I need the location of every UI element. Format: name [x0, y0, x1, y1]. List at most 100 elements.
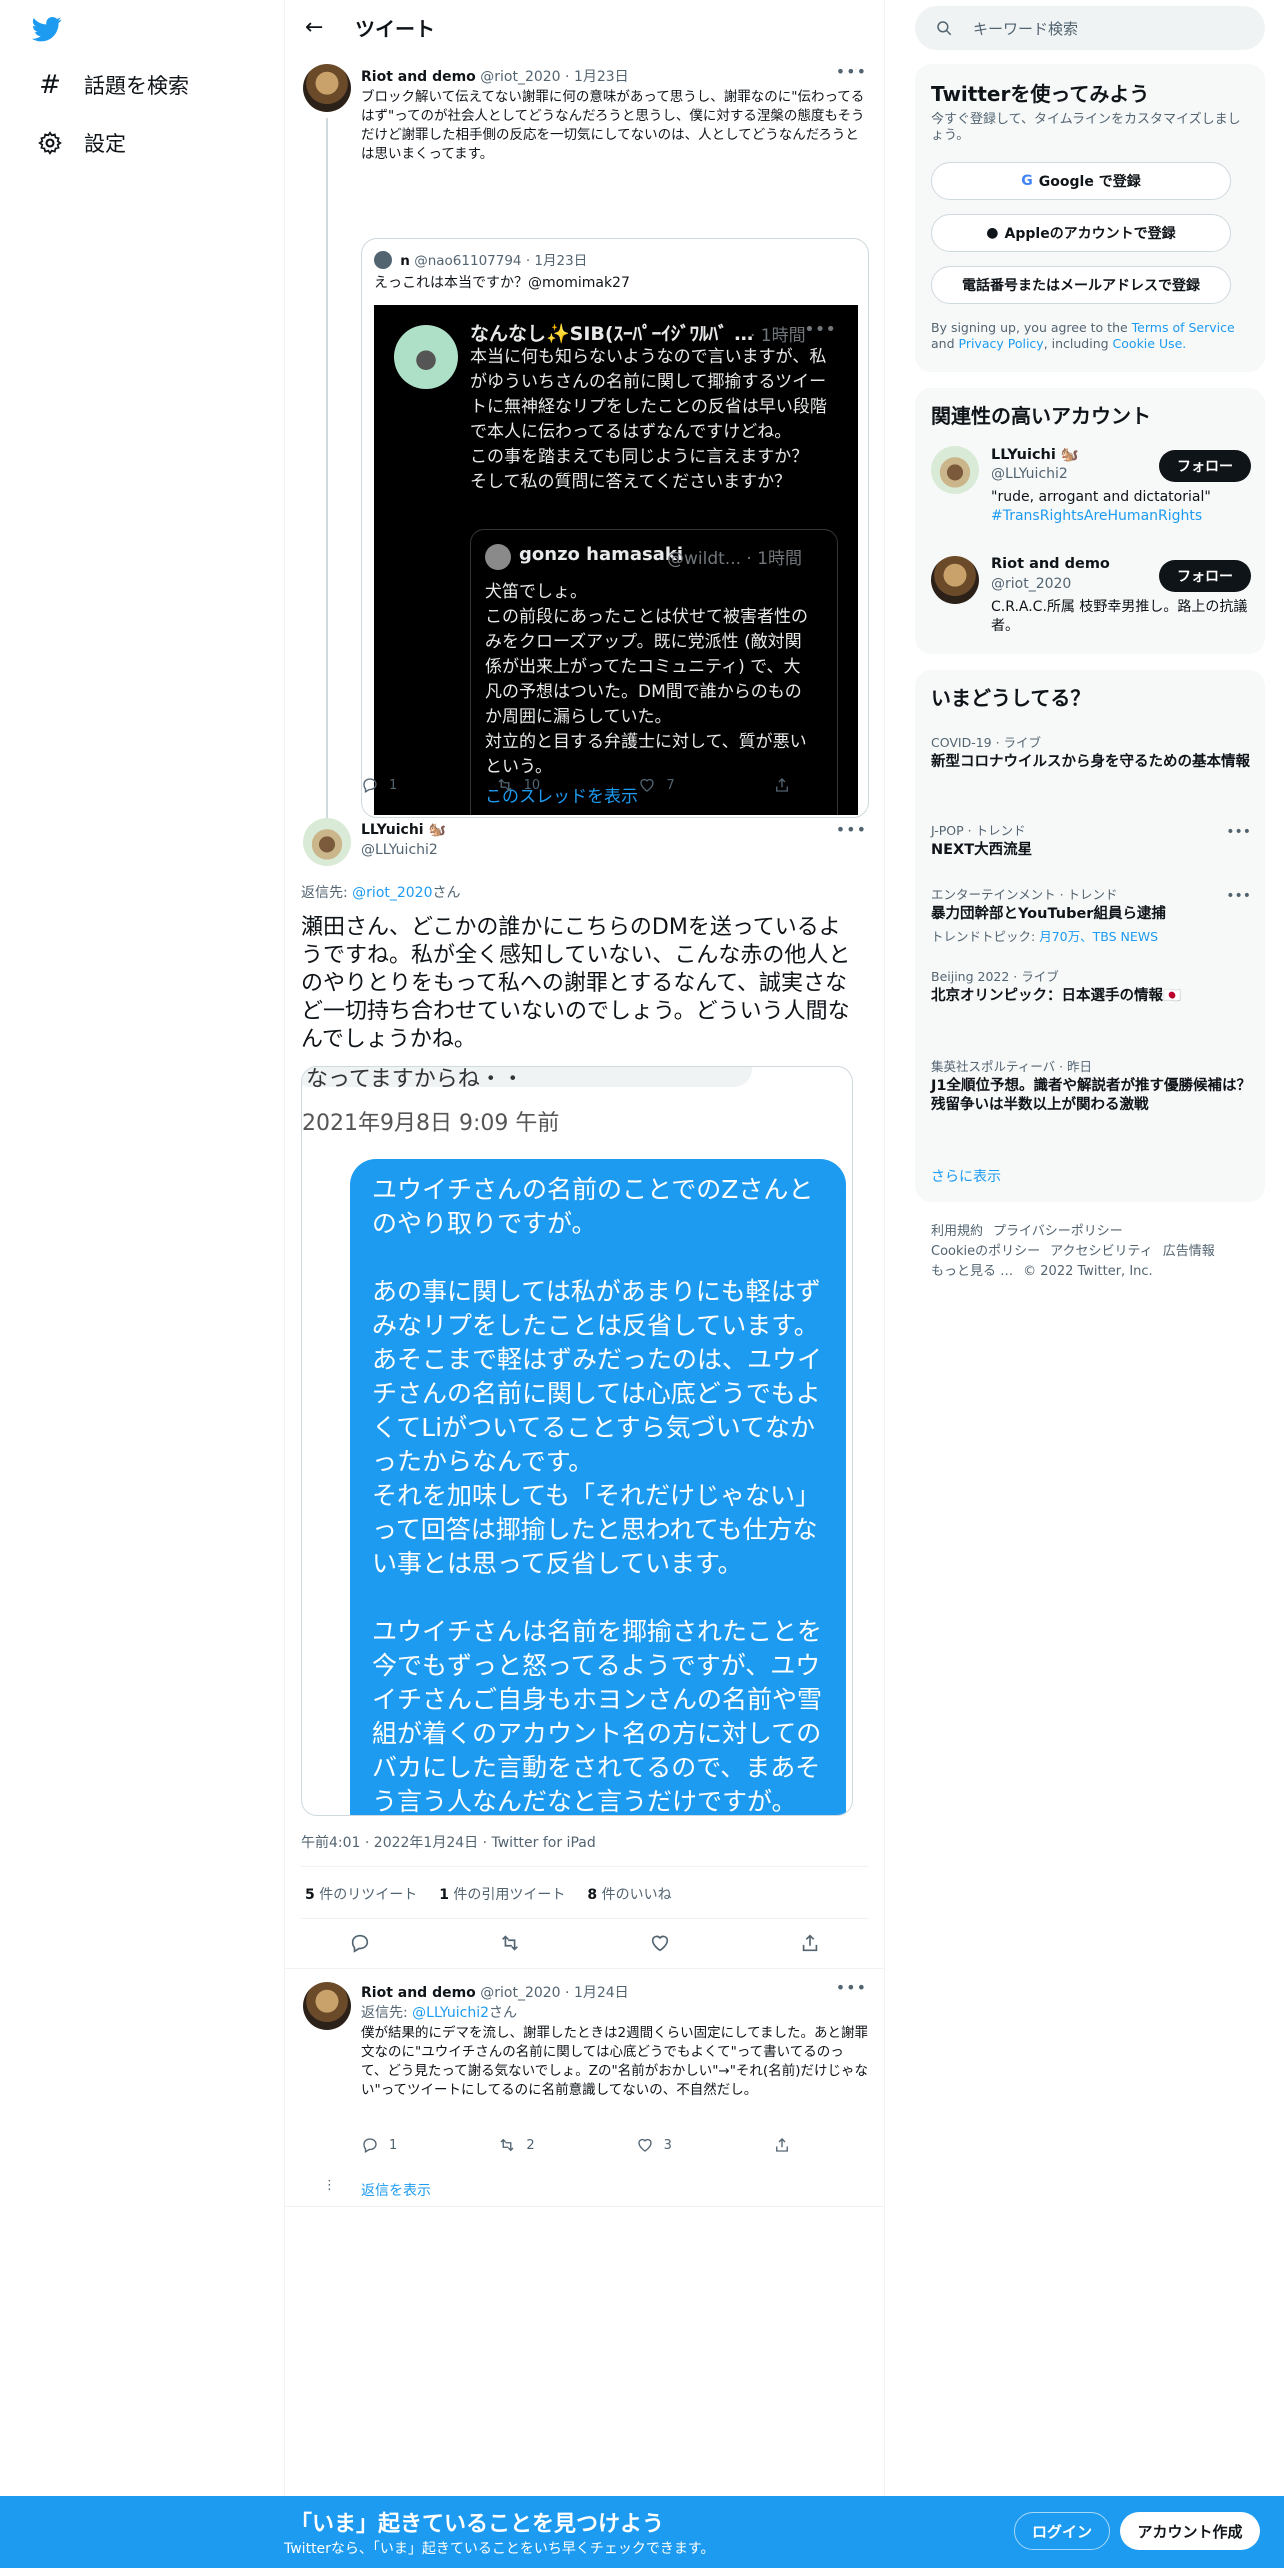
apple-signup-button[interactable]: ● Appleのアカウントで登録: [931, 214, 1231, 252]
google-icon: G: [1021, 173, 1033, 189]
author-handle[interactable]: @LLYuichi2: [361, 842, 438, 858]
nav-settings-label: 設定: [84, 132, 126, 156]
trend-item[interactable]: COVID-19 · ライブ 新型コロナウイルスから身を守るための基本情報: [931, 732, 1251, 772]
show-replies-link[interactable]: 返信を表示: [361, 2180, 431, 2200]
quote-text: えっこれは本当ですか？@momimak27: [374, 275, 630, 291]
avatar[interactable]: [931, 446, 979, 494]
reply-to: 返信先: @riot_2020さん: [301, 882, 461, 902]
search-input[interactable]: キーワード検索: [973, 18, 1078, 39]
trends-card: いまどうしてる？ COVID-19 · ライブ 新型コロナウイルスから身を守るた…: [915, 670, 1265, 1202]
footer-link[interactable]: 広告情報: [1163, 1244, 1215, 1259]
avatar[interactable]: [303, 64, 351, 112]
footer-links: 利用規約 プライバシーポリシー Cookieのポリシー アクセシビリティ 広告情報 も…: [931, 1222, 1261, 1282]
quoted-tweet[interactable]: n @nao61107794 · 1月23日 えっこれは本当ですか？@momim…: [361, 238, 869, 818]
retweet-button[interactable]: 10: [496, 776, 540, 794]
login-button[interactable]: ログイン: [1014, 2512, 1110, 2550]
nav-settings[interactable]: 設定: [36, 128, 126, 158]
bottom-signup-bar: 「いま」起きていることを見つけよう Twitterなら、「いま」起きていることを…: [0, 2496, 1284, 2568]
footer-link[interactable]: 利用規約: [931, 1224, 983, 1239]
back-arrow-icon[interactable]: ←: [305, 15, 329, 40]
share-button[interactable]: [773, 2136, 801, 2154]
tweet-text: 瀬田さん、どこかの誰かにこちらのDMを送っているようですね。私が全く感知していな…: [301, 915, 851, 1052]
tweet-date[interactable]: 1月23日: [574, 69, 629, 85]
follow-button[interactable]: フォロー: [1159, 560, 1251, 592]
search-icon: [937, 21, 952, 36]
tweet-actions: [285, 1932, 885, 1954]
trend-item[interactable]: J-POP · トレンド NEXT大西流星 •••: [931, 820, 1251, 860]
phone-email-signup-button[interactable]: 電話番号またはメールアドレスで登録: [931, 266, 1231, 304]
google-signup-button[interactable]: G Google で登録: [931, 162, 1231, 200]
tweet-meta[interactable]: 午前4:01 · 2022年1月24日 · Twitter for iPad: [301, 1832, 596, 1852]
more-icon[interactable]: •••: [836, 820, 867, 839]
trend-item[interactable]: Beijing 2022 · ライブ 北京オリンピック：日本選手の情報🇯🇵: [931, 966, 1251, 1006]
more-icon[interactable]: •••: [1226, 824, 1251, 840]
avatar[interactable]: [303, 1982, 351, 2030]
hashtag-link[interactable]: #TransRightsAreHumanRights: [991, 507, 1261, 526]
more-icon[interactable]: •••: [1226, 888, 1251, 904]
author-handle[interactable]: @riot_2020: [480, 1985, 560, 2001]
author-name[interactable]: Riot and demo: [361, 69, 476, 85]
header: ← ツイート: [285, 0, 885, 54]
tweet-date[interactable]: 1月24日: [574, 1985, 629, 2001]
author-name[interactable]: LLYuichi 🐿️: [361, 822, 446, 838]
trend-item[interactable]: 集英社スポルティーバ · 昨日 J1全順位予想。識者や解説者が推す優勝候補は？ …: [931, 1056, 1265, 1115]
reply-icon[interactable]: [349, 1932, 371, 1954]
nav-explore[interactable]: # 話題を検索: [36, 70, 189, 100]
tweet-1[interactable]: Riot and demo @riot_2020 · 1月23日 ••• ブロッ…: [285, 54, 885, 818]
trend-item[interactable]: エンターテインメント · トレンド 暴力団幹部とYouTuber組員ら逮捕 トレ…: [931, 884, 1251, 945]
bottom-title: 「いま」起きていることを見つけよう: [290, 2512, 665, 2537]
share-button[interactable]: [773, 776, 801, 794]
reply-button[interactable]: 1: [361, 776, 397, 794]
reply-to-link[interactable]: @riot_2020: [352, 885, 432, 901]
divider: [301, 1918, 869, 1919]
footer-link[interactable]: プライバシーポリシー: [993, 1224, 1123, 1239]
attached-image[interactable]: なってますからね・・ 2021年9月8日 9:09 午前 ユウイチさんの名前のこ…: [301, 1066, 853, 1816]
account-name[interactable]: LLYuichi 🐿️: [991, 446, 1079, 463]
footer-more[interactable]: もっと見る …: [931, 1264, 1013, 1279]
reply-to-suffix: さん: [432, 885, 461, 901]
tweet-actions: 1 10 7: [361, 776, 801, 794]
author-name[interactable]: Riot and demo: [361, 1985, 476, 2001]
signup-title: Twitterを使ってみよう: [931, 82, 1150, 106]
show-more-link[interactable]: さらに表示: [931, 1166, 1001, 1186]
nav-explore-label: 話題を検索: [84, 74, 189, 98]
footer-link[interactable]: アクセシビリティ: [1050, 1244, 1153, 1259]
screenshot-image[interactable]: なんなし✨SIB(ｽｰﾊﾟｰｲｼﾞﾜﾙﾊﾞ … · 1時間 ••• 本当に何も知…: [374, 305, 858, 815]
account-item[interactable]: LLYuichi 🐿️ @LLYuichi2 フォロー "rude, arrog…: [931, 446, 1251, 536]
signup-button[interactable]: アカウント作成: [1120, 2512, 1260, 2550]
retweets-stat[interactable]: 5 件のリツイート: [305, 1884, 417, 1904]
quotes-stat[interactable]: 1 件の引用ツイート: [439, 1884, 565, 1904]
avatar: [485, 544, 511, 570]
terms-link[interactable]: Terms of Service: [1132, 320, 1235, 335]
reply-to-link[interactable]: @LLYuichi2: [412, 2005, 489, 2021]
retweet-icon[interactable]: [499, 1932, 521, 1954]
like-button[interactable]: 3: [636, 2136, 672, 2154]
author-handle[interactable]: @riot_2020: [480, 69, 560, 85]
relevant-title: 関連性の高いアカウント: [931, 404, 1151, 428]
follow-button[interactable]: フォロー: [1159, 450, 1251, 482]
more-icon[interactable]: •••: [836, 62, 867, 81]
account-item[interactable]: Riot and demo @riot_2020 フォロー C.R.A.C.所属…: [931, 556, 1251, 636]
heart-icon[interactable]: [649, 1932, 671, 1954]
hashtag-icon: #: [39, 70, 61, 100]
cookie-link[interactable]: Cookie Use.: [1113, 336, 1187, 351]
trend-title: NEXT大西流星: [931, 842, 1033, 858]
twitter-logo-icon[interactable]: [30, 14, 64, 44]
footer-link[interactable]: Cookieのポリシー: [931, 1244, 1040, 1259]
share-icon[interactable]: [799, 1932, 821, 1954]
copyright: © 2022 Twitter, Inc.: [1023, 1264, 1153, 1279]
like-button[interactable]: 7: [638, 776, 675, 794]
retweet-button[interactable]: 2: [498, 2136, 535, 2154]
more-icon[interactable]: •••: [836, 1978, 867, 1997]
reply-button[interactable]: 1: [361, 2136, 397, 2154]
tweet-header: LLYuichi 🐿️: [361, 822, 446, 838]
search-box[interactable]: キーワード検索: [915, 6, 1265, 50]
tweet-3[interactable]: Riot and demo @riot_2020 · 1月24日 ••• 返信先…: [285, 1970, 885, 2206]
privacy-link[interactable]: Privacy Policy: [959, 336, 1044, 351]
avatar[interactable]: [931, 556, 979, 604]
account-name[interactable]: Riot and demo: [991, 556, 1110, 572]
shot-author-name: なんなし✨SIB(ｽｰﾊﾟｰｲｼﾞﾜﾙﾊﾞ …: [470, 323, 754, 345]
thread-line: [326, 118, 328, 818]
likes-stat[interactable]: 8 件のいいね: [587, 1884, 671, 1904]
avatar[interactable]: [303, 818, 351, 866]
